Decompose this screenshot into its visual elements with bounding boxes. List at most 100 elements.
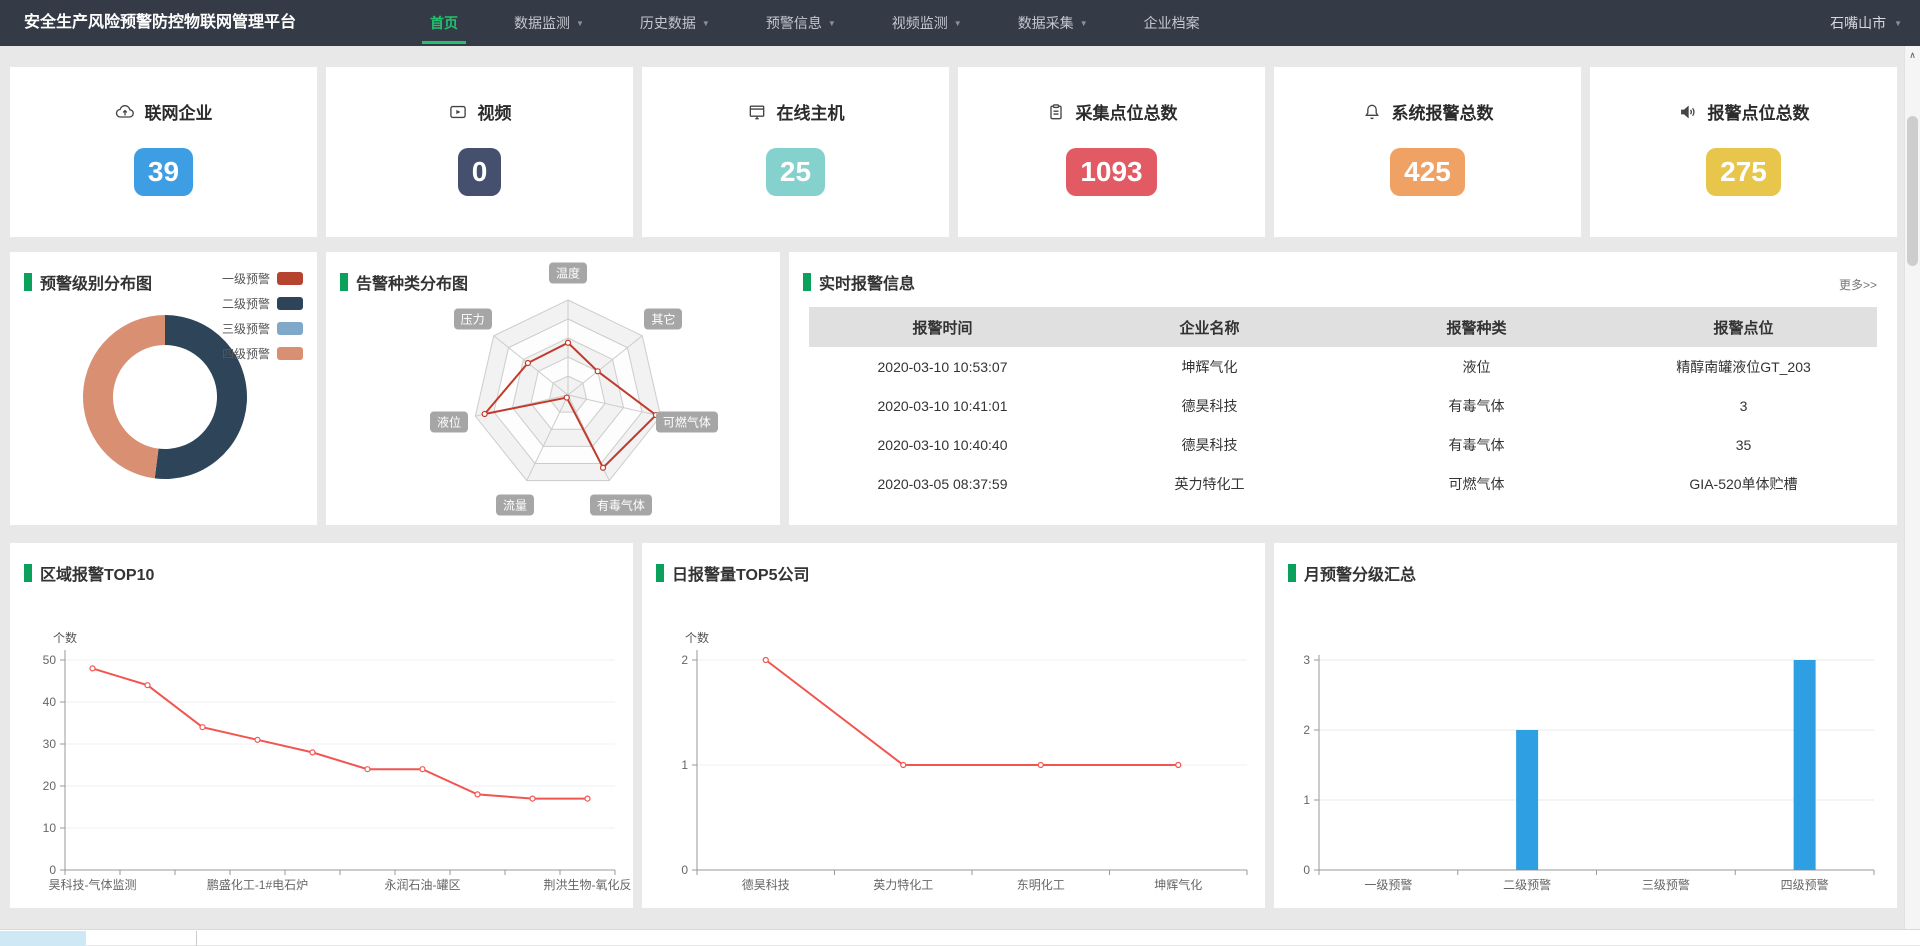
- stat-card-alarm-points: 报警点位总数 275: [1590, 67, 1897, 237]
- cell-alarm-time: 2020-03-10 10:40:40: [809, 425, 1076, 464]
- vertical-scrollbar[interactable]: ∧: [1904, 46, 1920, 945]
- legend-item: 四级预警: [222, 341, 303, 366]
- data-point: [475, 792, 480, 797]
- stat-value-badge: 425: [1390, 148, 1465, 196]
- nav-item-label: 视频监测: [892, 13, 948, 33]
- cloud-icon: [115, 102, 135, 122]
- nav-item-video-monitoring[interactable]: 视频监测 ▼: [892, 0, 962, 46]
- panel-monthly-warning-summary: 月预警分级汇总 0123一级预警二级预警三级预警四级预警: [1274, 543, 1897, 908]
- cell-enterprise-name: 坤辉气化: [1076, 347, 1343, 386]
- cell-alarm-point: 精醇南罐液位GT_203: [1610, 347, 1877, 386]
- caret-down-icon: ▼: [954, 19, 962, 28]
- y-tick-label: 30: [43, 737, 57, 751]
- clipboard-icon: [1046, 102, 1066, 122]
- radar-axis-label: 其它: [644, 308, 682, 329]
- legend-label: 二级预警: [222, 295, 270, 312]
- title-accent-bar: [656, 564, 664, 582]
- stat-card-collection-points: 采集点位总数 1093: [958, 67, 1265, 237]
- y-axis-name: 个数: [53, 630, 77, 645]
- horizontal-scrollbar-thumb[interactable]: [0, 931, 86, 946]
- col-header-alarm-time: 报警时间: [809, 307, 1076, 347]
- title-accent-bar: [340, 273, 348, 291]
- radar-axis-label: 可燃气体: [656, 412, 718, 433]
- y-tick-label: 3: [1303, 653, 1310, 667]
- data-point: [200, 725, 205, 730]
- x-tick-label: 坤辉气化: [1154, 877, 1202, 892]
- y-tick-label: 2: [681, 653, 688, 667]
- nav-item-warning-info[interactable]: 预警信息▼: [766, 0, 836, 46]
- legend-swatch: [277, 322, 303, 335]
- radar-axis-label: 压力: [454, 308, 492, 329]
- stat-label: 在线主机: [777, 99, 845, 124]
- scroll-up-arrow-icon[interactable]: ∧: [1905, 46, 1920, 64]
- cell-alarm-point: 3: [1610, 386, 1877, 425]
- x-tick-label: 鹏盛化工-1#电石炉: [207, 877, 308, 892]
- x-tick-label: 永润石油-罐区: [385, 878, 461, 892]
- title-accent-bar: [24, 564, 32, 582]
- y-tick-label: 0: [49, 863, 56, 877]
- nav-item-data-monitoring[interactable]: 数据监测 ▼: [514, 0, 584, 46]
- nav-item-data-collection[interactable]: 数据采集▼: [1018, 0, 1088, 46]
- cell-alarm-type: 有毒气体: [1343, 386, 1610, 425]
- y-tick-label: 50: [43, 653, 57, 667]
- legend-item: 三级预警: [222, 316, 303, 341]
- legend-swatch: [277, 347, 303, 360]
- caret-down-icon: ▼: [576, 19, 584, 28]
- y-tick-label: 40: [43, 695, 57, 709]
- nav-item-enterprise-archive[interactable]: 企业档案: [1144, 0, 1200, 46]
- x-tick-label: 四级预警: [1781, 877, 1829, 892]
- panel-title: 实时报警信息: [803, 270, 915, 294]
- stat-label: 系统报警总数: [1392, 99, 1494, 124]
- panel-title: 告警种类分布图: [340, 270, 468, 294]
- panel-title: 区域报警TOP10: [24, 561, 154, 585]
- stat-value-badge: 1093: [1066, 148, 1156, 196]
- line-series: [766, 660, 1179, 765]
- x-tick-label: 英力特化工: [873, 877, 933, 892]
- panel-title-text: 告警种类分布图: [356, 270, 468, 294]
- title-accent-bar: [803, 273, 811, 291]
- top-navbar: 安全生产风险预警防控物联网管理平台 首页 数据监测▼ 历史数据▼ 预警信息▼ 视…: [0, 0, 1920, 46]
- nav-item-label: 数据监测: [514, 13, 570, 33]
- legend-label: 四级预警: [222, 345, 270, 362]
- legend-label: 一级预警: [222, 270, 270, 287]
- panel-title: 月预警分级汇总: [1288, 561, 1416, 585]
- table-row: 2020-03-10 10:41:01 德昊科技 有毒气体 3: [809, 386, 1877, 425]
- vertical-scrollbar-thumb[interactable]: [1907, 116, 1918, 266]
- nav-item-history-data[interactable]: 历史数据▼: [640, 0, 710, 46]
- y-tick-label: 10: [43, 821, 57, 835]
- caret-down-icon: ▼: [702, 19, 710, 28]
- cell-alarm-time: 2020-03-10 10:53:07: [809, 347, 1076, 386]
- panel-title-text: 预警级别分布图: [40, 270, 152, 294]
- pie-slice: [83, 315, 165, 478]
- radar-axis-label: 有毒气体: [590, 494, 652, 515]
- panel-title-text: 月预警分级汇总: [1304, 561, 1416, 585]
- x-tick-label: 一级预警: [1364, 877, 1412, 892]
- table-header-row: 报警时间 企业名称 报警种类 报警点位: [809, 307, 1877, 347]
- stat-card-connected-enterprises: 联网企业 39: [10, 67, 317, 237]
- main-menu: 首页 数据监测▼ 历史数据▼ 预警信息▼ 视频监测▼ 数据采集▼ 企业档案: [430, 0, 1200, 46]
- caret-down-icon: ▼: [1894, 19, 1902, 28]
- stat-card-system-alarms: 系统报警总数 425: [1274, 67, 1581, 237]
- more-link[interactable]: 更多>>: [1839, 276, 1877, 293]
- region-selector[interactable]: 石嘴山市 ▼: [1830, 0, 1902, 46]
- data-point: [90, 666, 95, 671]
- cell-alarm-point: GIA-520单体贮槽: [1610, 464, 1877, 503]
- stat-label: 联网企业: [145, 99, 213, 124]
- data-point: [365, 767, 370, 772]
- x-tick-label: 三级预警: [1642, 877, 1690, 892]
- x-tick-label: 德昊科技: [742, 877, 790, 892]
- caret-down-icon: ▼: [828, 19, 836, 28]
- data-point: [1038, 763, 1043, 768]
- panel-warning-level-pie: 预警级别分布图 一级预警 二级预警 三级预警 四级预警: [10, 252, 317, 525]
- y-axis-name: 个数: [685, 630, 709, 645]
- stat-value-badge: 39: [134, 148, 193, 196]
- nav-item-label: 数据采集: [1018, 13, 1074, 33]
- legend-swatch: [277, 297, 303, 310]
- cell-alarm-time: 2020-03-05 08:37:59: [809, 464, 1076, 503]
- radar-axis-label: 流量: [496, 494, 534, 515]
- x-tick-label: 荆洪生物-氧化反: [544, 878, 632, 892]
- panel-title-text: 日报警量TOP5公司: [672, 561, 810, 585]
- speaker-icon: [1678, 102, 1698, 122]
- daily-alarm-top5-line-chart: 012德昊科技英力特化工东明化工坤辉气化个数: [642, 543, 1265, 908]
- nav-item-home[interactable]: 首页: [430, 0, 458, 46]
